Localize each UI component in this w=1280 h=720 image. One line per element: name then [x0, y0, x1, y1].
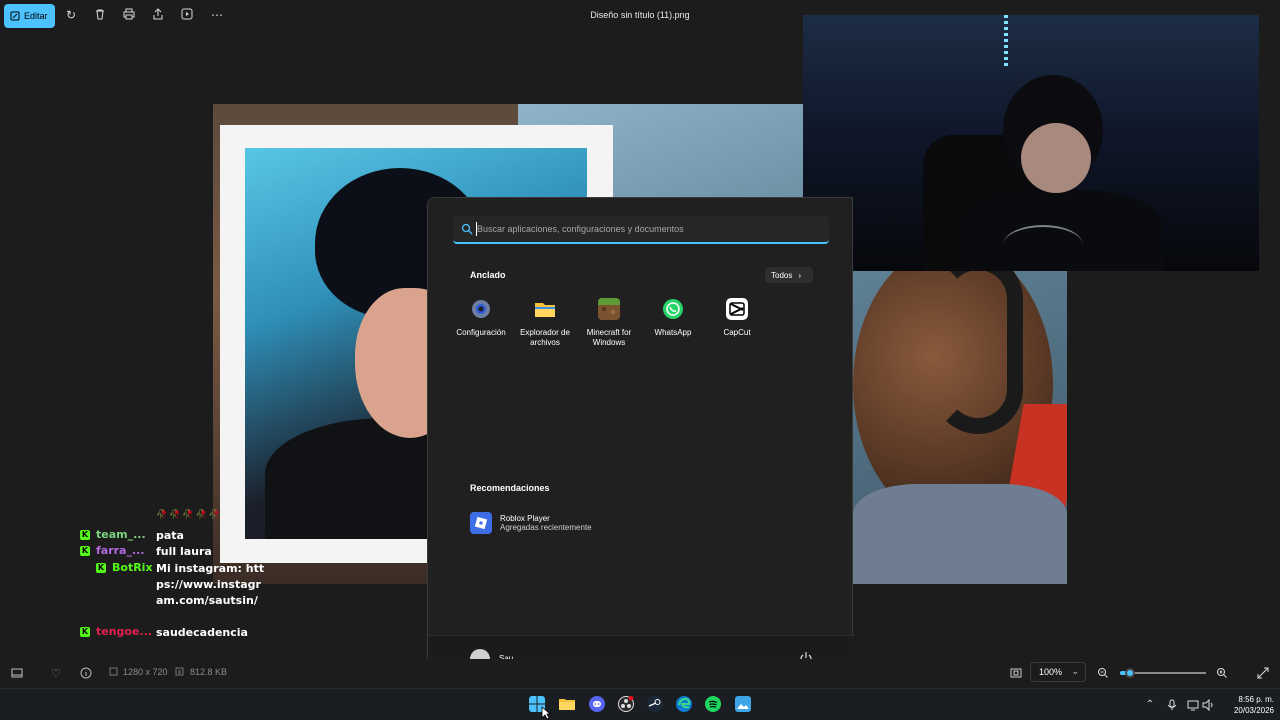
edit-button[interactable]: Editar [4, 4, 55, 28]
recommendation-title: Roblox Player [500, 514, 550, 523]
edit-button-label: Editar [24, 11, 48, 21]
print-icon[interactable] [122, 8, 136, 22]
photos-icon[interactable] [735, 696, 751, 712]
pinned-app-label: WhatsApp [654, 328, 692, 337]
roblox-icon [470, 512, 492, 534]
slideshow-icon[interactable] [180, 8, 194, 22]
image-headphones [933, 254, 1023, 434]
pinned-app-label: Configuración [456, 328, 506, 337]
pinned-app-label: Minecraft for Windows [586, 328, 632, 347]
chat-message: K tengoe... saudecadencia [80, 625, 266, 641]
obs-icon[interactable] [618, 696, 634, 712]
more-options-icon[interactable]: ⋯ [210, 8, 224, 22]
clock-date: 20/03/2026 [1233, 706, 1274, 715]
edit-icon [10, 11, 20, 21]
volume-icon[interactable] [1202, 699, 1214, 711]
zoom-out-icon[interactable] [1097, 667, 1109, 679]
image-hoodie [853, 484, 1067, 584]
rotate-icon[interactable]: ↻ [64, 8, 78, 22]
all-apps-button[interactable]: Todos › [765, 267, 813, 283]
recommendations-title: Recomendaciones [470, 483, 550, 493]
chat-username: team_... [96, 528, 146, 541]
capcut-icon [726, 298, 748, 320]
file-size-icon [175, 667, 184, 676]
image-dimensions: 1280 x 720 [123, 667, 168, 677]
filmstrip-icon[interactable] [11, 667, 23, 679]
network-icon[interactable] [1187, 699, 1199, 711]
zoom-dropdown[interactable]: 100% ⌄ [1030, 662, 1086, 682]
chat-emotes: 🥀🥀🥀🥀🥀 [156, 510, 223, 520]
viewer-status-bar: ♡ 1280 x 720 812.8 KB 100% ⌄ [0, 659, 1280, 686]
start-search-input[interactable]: Buscar aplicaciones, configuraciones y d… [453, 216, 829, 244]
chat-message: K team_... pata [80, 528, 266, 544]
spotify-icon[interactable] [705, 696, 721, 712]
favorite-icon[interactable]: ♡ [51, 667, 61, 680]
file-title: Diseño sin título (11).png [590, 10, 690, 20]
recommendation-subtitle: Agregadas recientemente [500, 523, 592, 532]
dimensions-icon [109, 667, 118, 676]
chat-text: saudecadencia [156, 626, 248, 639]
settings-icon [472, 300, 490, 318]
pinned-app-label: Explorador de archivos [520, 328, 570, 347]
pinned-app-label: CapCut [723, 328, 751, 337]
pinned-app-file-explorer[interactable]: Explorador de archivos [513, 298, 577, 348]
zoom-slider-thumb[interactable] [1125, 668, 1135, 678]
microphone-icon[interactable] [1166, 699, 1178, 711]
delete-icon[interactable] [93, 8, 107, 22]
steam-icon[interactable] [647, 696, 663, 712]
zoom-in-icon[interactable] [1216, 667, 1228, 679]
whatsapp-icon [663, 299, 683, 319]
info-icon[interactable] [80, 667, 92, 679]
chat-username: tengoe... [96, 625, 152, 638]
chat-text: pata [156, 529, 184, 542]
pinned-app-capcut[interactable]: CapCut [705, 298, 769, 338]
discord-icon[interactable] [589, 696, 605, 712]
pinned-app-whatsapp[interactable]: WhatsApp [641, 298, 705, 338]
taskbar: ⌃ 8:56 p. m. 20/03/2026 [0, 688, 1280, 720]
fit-to-window-icon[interactable] [1010, 667, 1022, 679]
webcam-overlay [803, 15, 1259, 271]
minecraft-icon [598, 298, 620, 320]
recommendation-item[interactable]: Roblox Player Agregadas recientemente [470, 512, 592, 534]
fullscreen-icon[interactable] [1257, 667, 1269, 679]
chevron-right-icon: › [798, 270, 802, 280]
chat-text: full laura [156, 545, 212, 558]
pinned-title: Anclado [470, 270, 506, 280]
zoom-value: 100% [1039, 667, 1063, 677]
share-icon[interactable] [151, 8, 165, 22]
pinned-app-settings[interactable]: Configuración [449, 298, 513, 338]
search-placeholder: Buscar aplicaciones, configuraciones y d… [477, 224, 684, 234]
kick-badge-icon: K [80, 627, 90, 637]
edge-icon[interactable] [676, 696, 692, 712]
all-apps-label: Todos [771, 270, 793, 280]
kick-badge-icon: K [96, 563, 106, 573]
clock-time: 8:56 p. m. [1238, 695, 1274, 704]
file-explorer-taskbar-icon[interactable] [559, 696, 575, 712]
start-menu: Buscar aplicaciones, configuraciones y d… [427, 197, 854, 679]
file-size: 812.8 KB [190, 667, 228, 677]
chevron-up-icon[interactable]: ⌃ [1144, 699, 1156, 711]
kick-badge-icon: K [80, 530, 90, 540]
file-explorer-icon [535, 303, 555, 317]
chat-text: Mi instagram: https://www.instagram.com/… [156, 562, 265, 607]
chat-message: K farra_... full laura [80, 544, 266, 560]
chat-message: K BotRix Mi instagram: https://www.insta… [80, 561, 266, 609]
pinned-app-minecraft[interactable]: Minecraft for Windows [577, 298, 641, 348]
kick-badge-icon: K [80, 546, 90, 556]
mouse-cursor-icon [541, 706, 551, 720]
chat-username: BotRix [112, 561, 153, 574]
search-icon [461, 223, 473, 235]
taskbar-clock[interactable]: 8:56 p. m. 20/03/2026 [1222, 694, 1274, 716]
chevron-down-icon: ⌄ [1071, 666, 1079, 676]
chat-username: farra_... [96, 544, 145, 557]
